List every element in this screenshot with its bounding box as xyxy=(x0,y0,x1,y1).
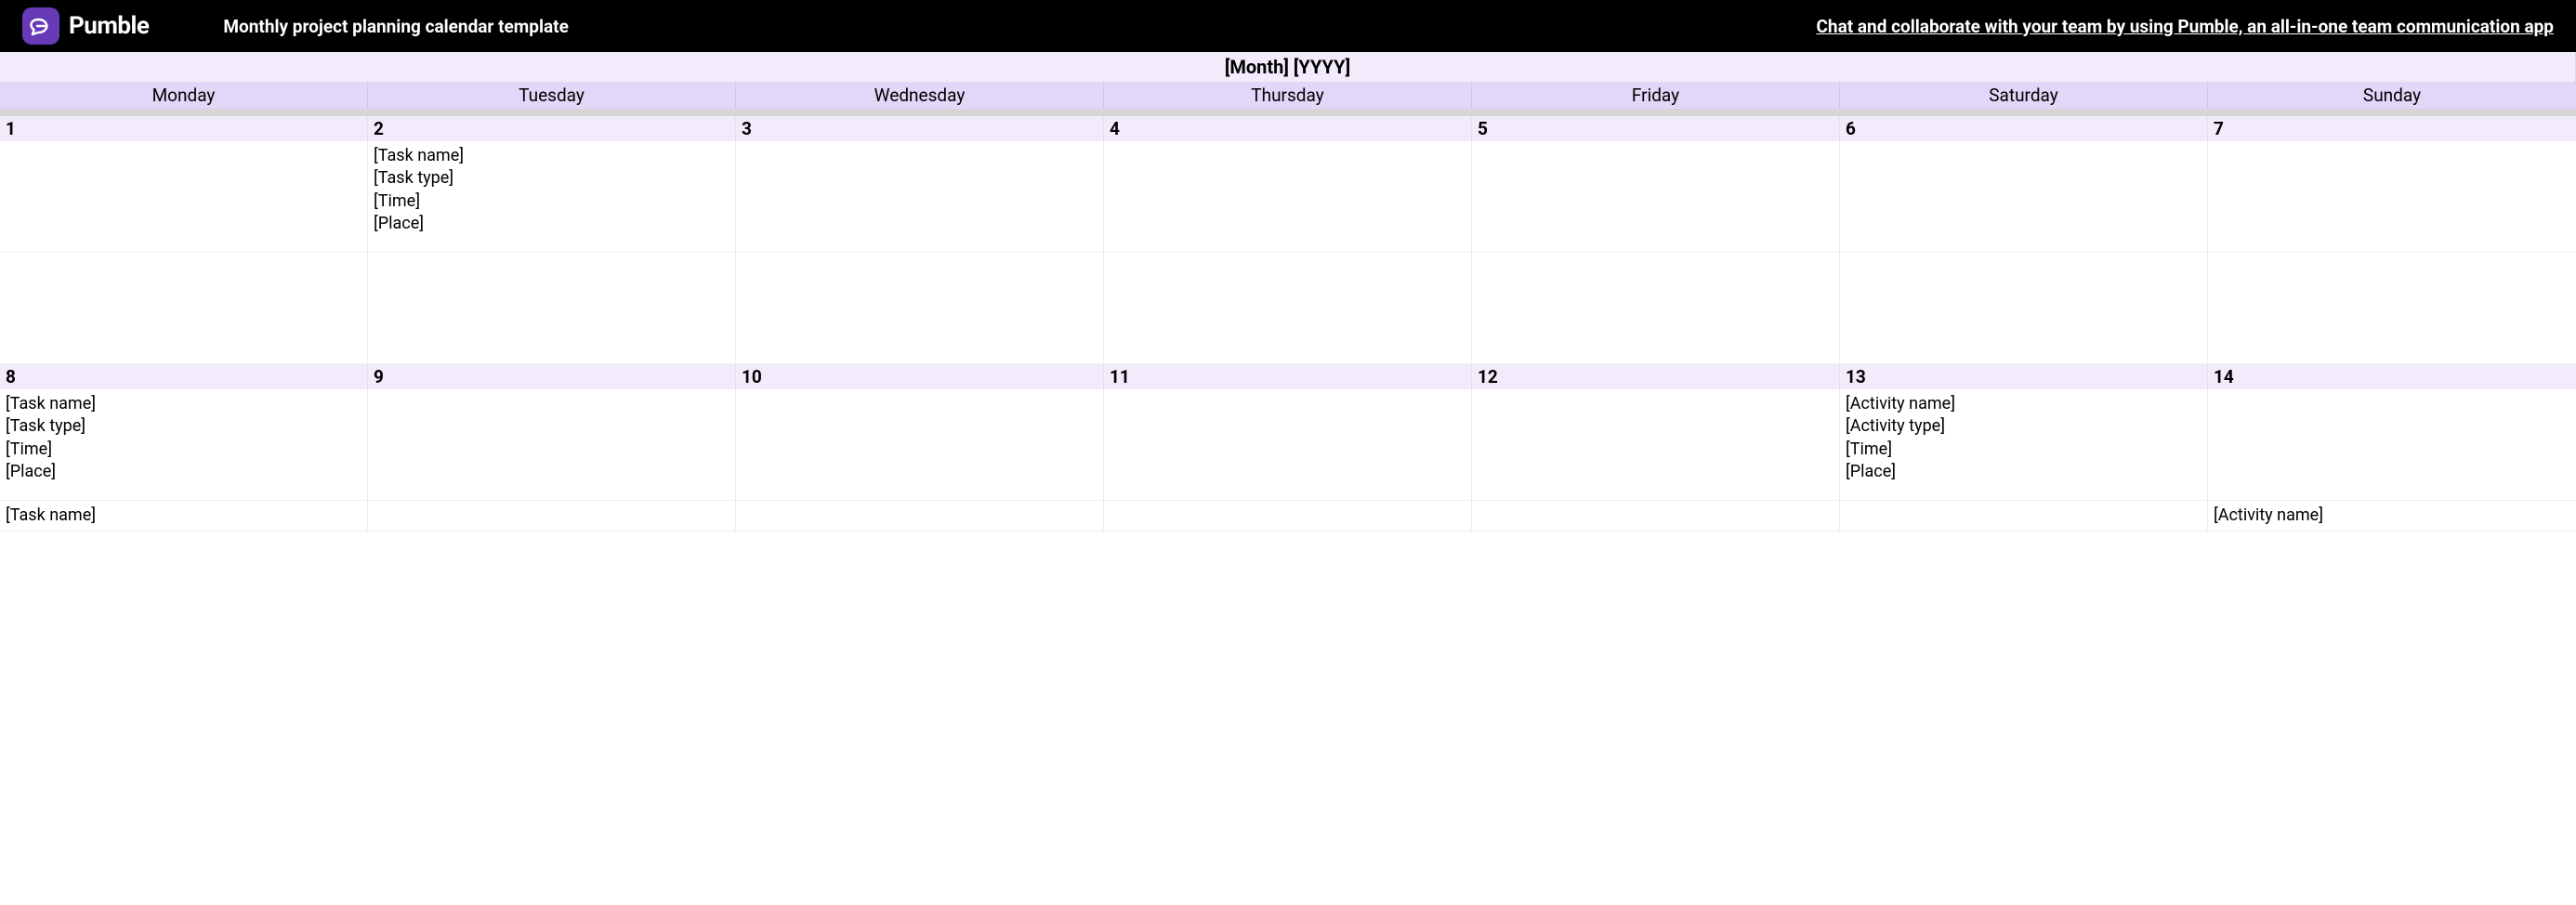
activity-name: [Activity name] xyxy=(2214,505,2570,527)
day-num-12: 12 xyxy=(1472,364,1840,389)
cell-day13-b[interactable] xyxy=(1840,501,2208,531)
activity-name: [Activity name] xyxy=(1846,393,2201,415)
week2-content-a: [Task name] [Task type] [Time] [Place] [… xyxy=(0,389,2576,501)
cell-day14[interactable] xyxy=(2208,389,2576,501)
weekday-wed: Wednesday xyxy=(736,82,1104,109)
cell-day7-b[interactable] xyxy=(2208,253,2576,364)
cell-day9-b[interactable] xyxy=(368,501,736,531)
day-num-13: 13 xyxy=(1840,364,2208,389)
day-num-1: 1 xyxy=(0,116,368,141)
task-time: [Time] xyxy=(374,190,729,213)
day-num-11: 11 xyxy=(1104,364,1472,389)
cell-day2-b[interactable] xyxy=(368,253,736,364)
day-num-9: 9 xyxy=(368,364,736,389)
cell-day14-b[interactable]: [Activity name] xyxy=(2208,501,2576,531)
weekday-tue: Tuesday xyxy=(368,82,736,109)
week2-numbers: 8 9 10 11 12 13 14 xyxy=(0,364,2576,389)
task-type: [Task type] xyxy=(6,415,361,438)
week1-content-b xyxy=(0,253,2576,364)
cell-day1-b[interactable] xyxy=(0,253,368,364)
weekday-thu: Thursday xyxy=(1104,82,1472,109)
day-num-14: 14 xyxy=(2208,364,2576,389)
pumble-icon xyxy=(22,7,59,45)
cell-day11-b[interactable] xyxy=(1104,501,1472,531)
cell-day11[interactable] xyxy=(1104,389,1472,501)
cell-day10-b[interactable] xyxy=(736,501,1104,531)
cell-day12[interactable] xyxy=(1472,389,1840,501)
cell-day3[interactable] xyxy=(736,141,1104,253)
cell-day4-b[interactable] xyxy=(1104,253,1472,364)
task-name: [Task name] xyxy=(374,145,729,167)
cell-day13[interactable]: [Activity name] [Activity type] [Time] [… xyxy=(1840,389,2208,501)
activity-type: [Activity type] xyxy=(1846,415,2201,438)
day-num-8: 8 xyxy=(0,364,368,389)
task-place: [Place] xyxy=(6,461,361,483)
cell-day6-b[interactable] xyxy=(1840,253,2208,364)
cell-day4[interactable] xyxy=(1104,141,1472,253)
cell-day5[interactable] xyxy=(1472,141,1840,253)
cell-day8[interactable]: [Task name] [Task type] [Time] [Place] xyxy=(0,389,368,501)
day-num-5: 5 xyxy=(1472,116,1840,141)
month-label: [Month] [YYYY] xyxy=(0,52,2576,82)
cell-day7[interactable] xyxy=(2208,141,2576,253)
cell-day12-b[interactable] xyxy=(1472,501,1840,531)
activity-time: [Time] xyxy=(1846,439,2201,461)
task-name: [Task name] xyxy=(6,505,361,527)
weekday-sun: Sunday xyxy=(2208,82,2576,109)
cell-day1[interactable] xyxy=(0,141,368,253)
week1-numbers: 1 2 3 4 5 6 7 xyxy=(0,116,2576,141)
cell-day6[interactable] xyxy=(1840,141,2208,253)
task-type: [Task type] xyxy=(374,167,729,190)
day-num-6: 6 xyxy=(1840,116,2208,141)
brand-name: Pumble xyxy=(69,12,149,40)
task-name: [Task name] xyxy=(6,393,361,415)
day-num-10: 10 xyxy=(736,364,1104,389)
week2-content-b: [Task name] [Activity name] xyxy=(0,501,2576,531)
weekday-header-row: Monday Tuesday Wednesday Thursday Friday… xyxy=(0,82,2576,109)
cell-day9[interactable] xyxy=(368,389,736,501)
page-title: Monthly project planning calendar templa… xyxy=(223,16,568,37)
cell-day8-b[interactable]: [Task name] xyxy=(0,501,368,531)
day-num-3: 3 xyxy=(736,116,1104,141)
top-bar: Pumble Monthly project planning calendar… xyxy=(0,0,2576,52)
day-num-2: 2 xyxy=(368,116,736,141)
cell-day3-b[interactable] xyxy=(736,253,1104,364)
week1-content-a: [Task name] [Task type] [Time] [Place] xyxy=(0,141,2576,253)
tagline-link[interactable]: Chat and collaborate with your team by u… xyxy=(1817,16,2555,37)
task-time: [Time] xyxy=(6,439,361,461)
day-num-7: 7 xyxy=(2208,116,2576,141)
brand-logo: Pumble xyxy=(22,7,149,45)
cell-day5-b[interactable] xyxy=(1472,253,1840,364)
task-place: [Place] xyxy=(374,213,729,235)
weekday-fri: Friday xyxy=(1472,82,1840,109)
day-num-4: 4 xyxy=(1104,116,1472,141)
activity-place: [Place] xyxy=(1846,461,2201,483)
separator xyxy=(0,109,2576,116)
weekday-sat: Saturday xyxy=(1840,82,2208,109)
cell-day2[interactable]: [Task name] [Task type] [Time] [Place] xyxy=(368,141,736,253)
cell-day10[interactable] xyxy=(736,389,1104,501)
weekday-mon: Monday xyxy=(0,82,368,109)
